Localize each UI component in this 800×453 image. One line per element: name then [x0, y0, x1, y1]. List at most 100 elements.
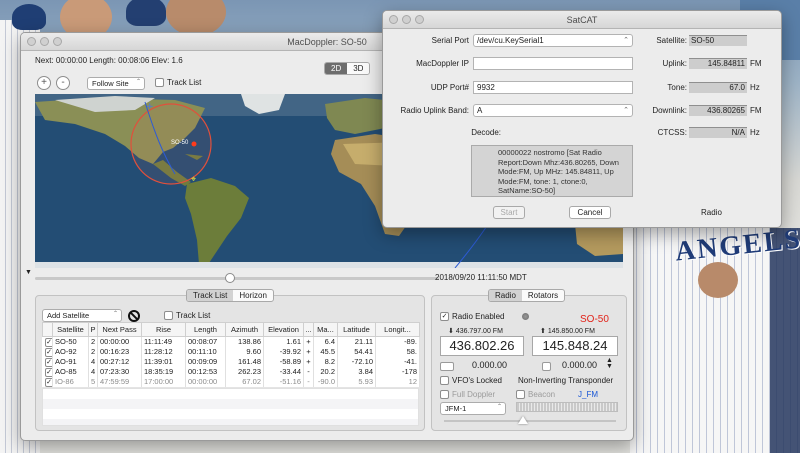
checkbox-icon[interactable]	[440, 390, 449, 400]
map-track-list-checkbox[interactable]: Track List	[155, 78, 201, 88]
cell-direction: +	[303, 336, 314, 347]
pass-table[interactable]: Satellite P Next Pass Rise Length Azimut…	[42, 322, 420, 387]
cell-elevation: -39.92	[263, 347, 304, 357]
cell-direction: +	[303, 357, 314, 367]
checkbox-label: VFO's Locked	[452, 376, 502, 385]
row-checkbox[interactable]	[44, 377, 52, 387]
downlink-offset-button[interactable]	[440, 362, 454, 371]
table-row[interactable]: AO-92 2 00:16:23 11:28:12 00:11:10 9.60 …	[42, 347, 420, 357]
col-header-latitude[interactable]: Latitude	[337, 322, 376, 337]
zoom-in-button[interactable]: +	[37, 76, 51, 90]
checkbox-label: Radio Enabled	[452, 312, 505, 321]
table-row[interactable]: AO-91 4 00:27:12 11:39:01 00:09:09 161.4…	[42, 357, 420, 367]
remove-satellite-icon[interactable]	[128, 310, 140, 322]
cell-elevation: -33.44	[263, 367, 304, 377]
cell-latitude: 21.11	[337, 336, 376, 347]
row-checkbox[interactable]	[44, 367, 52, 377]
uplink-offset-button[interactable]	[542, 362, 551, 371]
macdoppler-ip-input[interactable]	[473, 57, 633, 70]
uplink-frequency-display[interactable]: 145.848.24	[532, 336, 618, 356]
close-button[interactable]	[27, 37, 36, 46]
track-list-checkbox[interactable]: Track List	[164, 311, 210, 321]
view-2d-button[interactable]: 2D	[325, 63, 348, 74]
cell-azimuth: 161.48	[225, 357, 264, 367]
tone-value: 67.0	[689, 82, 747, 93]
cell-length: 00:12:53	[185, 367, 226, 377]
tab-track-list[interactable]: Track List	[187, 290, 234, 301]
checkbox-icon[interactable]	[516, 390, 525, 400]
tab-rotators[interactable]: Rotators	[522, 290, 564, 301]
beacon-checkbox[interactable]: Beacon	[516, 390, 555, 400]
checkbox-icon[interactable]	[155, 78, 164, 88]
udp-port-input[interactable]: 9932	[473, 81, 633, 94]
satcat-window[interactable]: SatCAT Serial Port /dev/cu.KeySerial1 Ma…	[382, 10, 782, 228]
bg-head	[166, 0, 226, 36]
decode-output: 00000022 nostromo [Sat Radio Report:Down…	[471, 145, 633, 197]
volume-slider-knob[interactable]	[518, 416, 528, 424]
minimize-button[interactable]	[402, 15, 411, 24]
cell-longitude: 58.	[375, 347, 420, 357]
radio-panel: Radio Rotators Radio Enabled SO-50 ⬇ 436…	[431, 289, 627, 431]
checkbox-icon[interactable]	[440, 312, 449, 322]
col-header-rise[interactable]: Rise	[141, 322, 186, 337]
uplink-band-select[interactable]: A	[473, 104, 633, 117]
mode-select[interactable]: JFM-1	[440, 402, 506, 415]
downlink-frequency-display[interactable]: 436.802.26	[440, 336, 524, 356]
start-button[interactable]: Start	[493, 206, 525, 219]
col-header-next-pass[interactable]: Next Pass	[97, 322, 142, 337]
satcat-titlebar[interactable]: SatCAT	[383, 11, 781, 29]
col-header-longitude[interactable]: Longit...	[375, 322, 420, 337]
col-header-direction[interactable]: ...	[303, 322, 314, 337]
ctcss-unit: Hz	[750, 128, 760, 137]
col-header-max[interactable]: Ma...	[313, 322, 338, 337]
row-checkbox[interactable]	[44, 337, 52, 347]
radio-tabs: Radio Rotators	[488, 289, 566, 302]
cell-satellite: AO-85	[52, 367, 89, 377]
close-button[interactable]	[389, 15, 398, 24]
col-header-azimuth[interactable]: Azimuth	[225, 322, 264, 337]
col-header-length[interactable]: Length	[185, 322, 226, 337]
tab-horizon[interactable]: Horizon	[233, 290, 273, 301]
checkbox-icon[interactable]	[164, 311, 173, 321]
j-fm-link[interactable]: J_FM	[578, 390, 598, 399]
radio-status-led	[522, 313, 529, 320]
checkbox-icon[interactable]	[440, 376, 449, 386]
cell-max: 20.2	[313, 367, 338, 377]
table-row[interactable]: SO-50 2 00:00:00 11:11:49 00:08:07 138.8…	[42, 336, 420, 347]
serial-port-select[interactable]: /dev/cu.KeySerial1	[473, 34, 633, 47]
col-header-satellite[interactable]: Satellite	[52, 322, 89, 337]
zoom-button[interactable]	[415, 15, 424, 24]
window-title: MacDoppler: SO-50	[287, 37, 367, 47]
volume-slider[interactable]	[444, 420, 616, 422]
table-row[interactable]: IO-86 5 47:59:59 17:00:00 00:00:00 67.02…	[42, 377, 420, 387]
minimize-button[interactable]	[40, 37, 49, 46]
follow-site-select[interactable]: Follow Site	[87, 77, 145, 90]
cancel-button[interactable]: Cancel	[569, 206, 611, 219]
table-row[interactable]: AO-85 4 07:23:30 18:35:19 00:12:53 262.2…	[42, 367, 420, 377]
uplink-offset: 0.000.00	[562, 360, 598, 370]
bg-head	[698, 262, 738, 298]
uplink-offset-stepper-icon[interactable]: ▲ ▼	[606, 357, 613, 370]
tone-unit: Hz	[750, 83, 760, 92]
col-header-priority[interactable]: P	[88, 322, 98, 337]
time-slider[interactable]	[35, 277, 439, 280]
bg-jersey-sleeve	[770, 228, 800, 453]
row-checkbox[interactable]	[44, 357, 52, 367]
vfos-locked-checkbox[interactable]: VFO's Locked	[440, 376, 502, 386]
col-header-elevation[interactable]: Elevation	[263, 322, 304, 337]
cell-priority: 4	[88, 357, 98, 367]
downlink-label: Downlink:	[652, 106, 687, 115]
radio-enabled-checkbox[interactable]: Radio Enabled	[440, 312, 505, 322]
cell-priority: 4	[88, 367, 98, 377]
view-3d-button[interactable]: 3D	[347, 63, 370, 74]
full-doppler-checkbox[interactable]: Full Doppler	[440, 390, 495, 400]
zoom-out-button[interactable]: -	[56, 76, 70, 90]
add-satellite-select[interactable]: Add Satellite	[42, 309, 122, 322]
next-pass-info: Next: 00:00:00 Length: 00:08:06 Elev: 1.…	[35, 56, 183, 65]
cell-direction: -	[303, 367, 314, 377]
time-slider-knob[interactable]	[225, 273, 235, 283]
zoom-button[interactable]	[53, 37, 62, 46]
view-mode-toggle: 2D 3D	[324, 62, 371, 75]
tab-radio[interactable]: Radio	[489, 290, 522, 301]
row-checkbox[interactable]	[44, 347, 52, 357]
